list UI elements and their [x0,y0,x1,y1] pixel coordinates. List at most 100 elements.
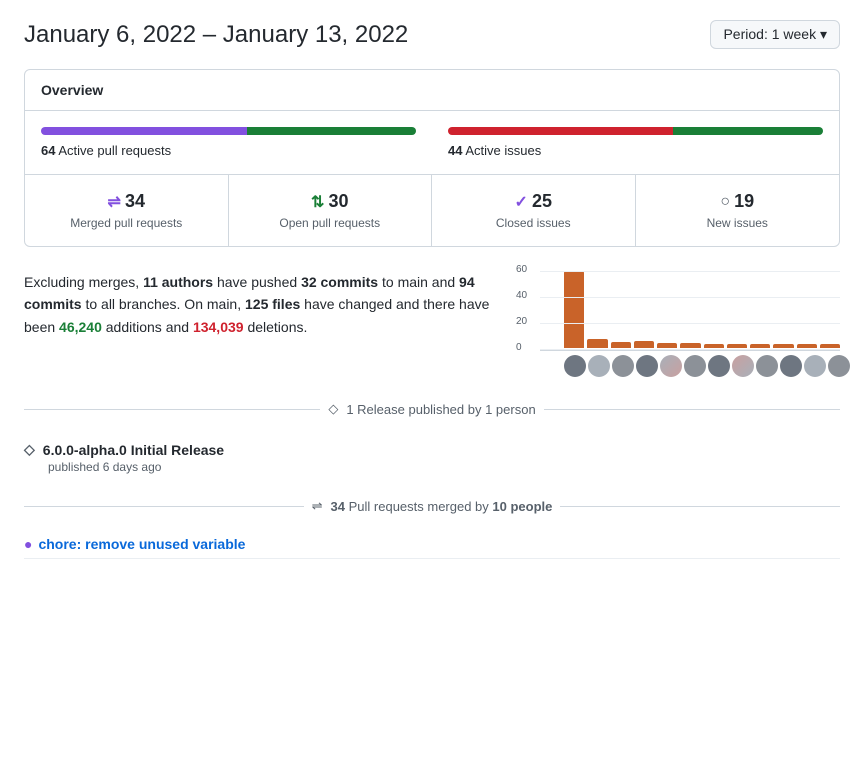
avatar-5 [684,355,706,377]
release-subtitle: published 6 days ago [48,460,840,474]
merged-divider-icon: ⇌ [312,498,323,514]
pr-list-item[interactable]: ● chore: remove unused variable [24,530,840,559]
commits-additions: 46,240 [59,319,102,335]
pr-label: 64 Active pull requests [41,143,416,158]
release-title: ◇ 6.0.0-alpha.0 Initial Release [24,441,840,458]
gridline-label-0: 0 [516,342,522,353]
issues-bar-red [448,127,673,135]
pr-bar-purple [41,127,247,135]
chart-bars [540,271,840,348]
issues-label: 44 Active issues [448,143,823,158]
chart-bar-1 [587,339,607,348]
bullet-icon: ● [24,536,32,552]
avatar-3 [636,355,658,377]
open-pr-icon: ⇅ [311,192,324,212]
merged-pr-count: 34 [125,191,145,212]
avatar-11 [828,355,850,377]
pr-progress-bar [41,127,416,135]
pr-bar-green [247,127,416,135]
issues-label-text: Active issues [465,143,541,158]
merge-icon: ⇌ [108,192,121,212]
chart-bar-7 [727,344,747,348]
commit-chart: 60 40 20 0 [540,271,840,377]
release-title-text: 6.0.0-alpha.0 Initial Release [43,442,224,458]
chart-area: 60 40 20 0 [540,271,840,351]
stat-open-prs: ⇅ 30 Open pull requests [229,175,433,246]
release-item: ◇ 6.0.0-alpha.0 Initial Release publishe… [24,433,840,482]
pr-divider-count: 34 [331,499,345,514]
open-pr-number: ⇅ 30 [245,191,416,212]
chart-bar-6 [704,344,724,348]
stat-merged-prs: ⇌ 34 Merged pull requests [25,175,229,246]
commits-text: Excluding merges, 11 authors have pushed… [24,271,516,338]
avatar-6 [708,355,730,377]
commits-mid1: have pushed [213,274,301,290]
new-issues-label: New issues [652,216,824,230]
progress-section: 64 Active pull requests 44 Active issues [25,111,839,175]
pr-count: 64 [41,143,55,158]
release-divider: ◇ 1 Release published by 1 person [24,401,840,417]
pr-merged-divider: ⇌ 34 Pull requests merged by 10 people [24,498,840,514]
pr-divider-people: 10 people [492,499,552,514]
page-header: January 6, 2022 – January 13, 2022 Perio… [24,20,840,49]
commits-suffix: deletions. [244,319,308,335]
commits-mid3: to all branches. On main, [82,296,245,312]
pr-label-text: Active pull requests [58,143,171,158]
chart-avatars [540,355,840,377]
closed-issues-count: 25 [532,191,552,212]
commits-deletions: 134,039 [193,319,244,335]
tag-icon: ◇ [24,441,35,458]
open-pr-label: Open pull requests [245,216,416,230]
pull-requests-progress: 64 Active pull requests [41,127,416,158]
open-pr-count: 30 [328,191,348,212]
gridline-label-60: 60 [516,264,527,275]
period-button[interactable]: Period: 1 week ▾ [710,20,840,49]
new-issue-icon: ○ [720,193,730,211]
commits-main-count: 32 commits [301,274,378,290]
pr-divider-text: Pull requests merged by [349,499,489,514]
gridline-label-20: 20 [516,316,527,327]
overview-card: Overview 64 Active pull requests 44 Acti… [24,69,840,247]
chart-bar-10 [797,344,817,348]
merged-pr-number: ⇌ 34 [41,191,212,212]
commits-prefix: Excluding merges, [24,274,143,290]
issues-bar-green [673,127,823,135]
merged-pr-label: Merged pull requests [41,216,212,230]
issues-count: 44 [448,143,462,158]
new-issues-count: 19 [734,191,754,212]
commits-section: Excluding merges, 11 authors have pushed… [24,271,840,377]
avatar-0 [564,355,586,377]
avatar-8 [756,355,778,377]
chart-bar-5 [680,343,700,348]
gridline-0: 0 [540,349,840,350]
stat-new-issues: ○ 19 New issues [636,175,840,246]
pr-list-item-text: chore: remove unused variable [38,536,245,552]
avatar-9 [780,355,802,377]
closed-issue-icon: ✓ [515,192,528,212]
overview-header: Overview [25,70,839,111]
avatar-2 [612,355,634,377]
release-divider-text: 1 Release published by 1 person [346,402,535,417]
tag-divider-icon: ◇ [328,401,338,417]
avatar-10 [804,355,826,377]
avatar-1 [588,355,610,377]
commits-mid2: to main and [378,274,459,290]
chart-bar-8 [750,344,770,348]
issues-progress: 44 Active issues [448,127,823,158]
chart-bar-4 [657,343,677,348]
chart-bar-2 [611,342,631,348]
chart-bar-0 [564,271,584,348]
chart-bar-9 [773,344,793,348]
issues-progress-bar [448,127,823,135]
stats-grid: ⇌ 34 Merged pull requests ⇅ 30 Open pull… [25,175,839,246]
chart-bar-11 [820,344,840,348]
stat-closed-issues: ✓ 25 Closed issues [432,175,636,246]
avatar-7 [732,355,754,377]
chart-bar-3 [634,341,654,348]
commits-mid5: additions and [102,319,193,335]
new-issues-number: ○ 19 [652,191,824,212]
avatar-4 [660,355,682,377]
page-title: January 6, 2022 – January 13, 2022 [24,21,408,49]
commits-authors: 11 authors [143,274,213,290]
closed-issues-label: Closed issues [448,216,619,230]
